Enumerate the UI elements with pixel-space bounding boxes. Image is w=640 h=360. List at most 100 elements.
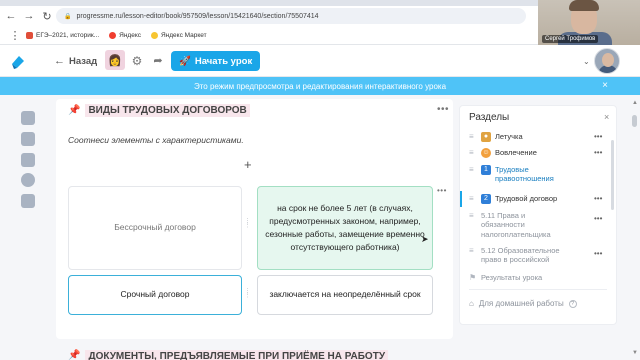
home-icon: ⌂ <box>469 299 474 308</box>
panel-scrollbar[interactable] <box>611 140 614 210</box>
drag-handle-icon: ≡ <box>469 246 474 255</box>
drag-handle-icon: ≡ <box>469 132 474 141</box>
bookmark-favicon <box>26 31 33 39</box>
divider <box>469 289 607 290</box>
next-section-title-text: ДОКУМЕНТЫ, ПРЕДЪЯВЛЯЕМЫЕ ПРИ ПРИЁМЕ НА Р… <box>85 350 389 360</box>
section-title-text: ВИДЫ ТРУДОВЫХ ДОГОВОРОВ <box>85 104 250 117</box>
bookmarks-bar: ⋮ ЕГЭ–2021, историк... Яндекс Яндекс Мар… <box>0 26 538 44</box>
panel-item[interactable]: ≡ 5.12 Образовательное право в российско… <box>469 246 573 265</box>
quiz-icon: ● <box>481 132 491 142</box>
drag-handle-icon[interactable]: ⋮ ⋮ <box>244 218 251 229</box>
reload-icon[interactable]: ↻ <box>40 9 54 23</box>
bookmark-label: Яндекс <box>119 31 141 39</box>
url-text: progressme.ru/lesson-editor/book/957509/… <box>76 12 319 20</box>
drag-handle-icon: ≡ <box>469 165 474 174</box>
bookmark-yandex[interactable]: Яндекс <box>109 31 141 39</box>
share-icon[interactable]: ➦ <box>151 54 165 68</box>
notes-icon[interactable] <box>21 111 35 125</box>
mouse-cursor-icon: ➤ <box>421 234 429 244</box>
smiley-icon: ☺ <box>481 148 491 158</box>
panel-item-active[interactable]: ≡ 2 Трудовой договор <box>469 194 557 204</box>
help-icon[interactable]: ? <box>568 299 577 308</box>
document-icon[interactable] <box>21 153 35 167</box>
homework-label: Для домашней работы <box>478 299 564 308</box>
translate-icon[interactable] <box>21 132 35 146</box>
panel-item-label: 5.11 Права и обязанности налогоплательщи… <box>481 211 551 239</box>
start-lesson-label: Начать урок <box>194 55 253 67</box>
left-item[interactable]: Бессрочный договор <box>68 186 242 270</box>
panel-item[interactable]: ≡ 1 Трудовые правоотношения <box>469 165 555 184</box>
add-icon[interactable]: + <box>244 157 252 172</box>
number-icon: 1 <box>481 165 491 175</box>
chevron-down-icon[interactable]: ⌄ <box>583 57 590 66</box>
panel-title: Разделы <box>469 112 510 123</box>
banner-text: Это режим предпросмотра и редактирования… <box>193 81 447 91</box>
webcam-overlay: Сергей Трофимов <box>538 0 640 47</box>
webcam-name: Сергей Трофимов <box>542 35 599 43</box>
lock-icon: 🔒 <box>64 13 72 20</box>
panel-item[interactable]: ≡ ☺ Вовлечение <box>469 148 537 158</box>
gear-icon[interactable]: ⚙ <box>130 54 144 68</box>
address-bar[interactable]: 🔒 progressme.ru/lesson-editor/book/95750… <box>56 8 526 24</box>
active-indicator <box>460 191 462 207</box>
back-button[interactable]: ← Назад <box>48 51 103 71</box>
bookmark-favicon <box>150 31 158 39</box>
homework-item[interactable]: ⌂ Для домашней работы ? <box>469 299 577 308</box>
more-options-icon[interactable]: ••• <box>437 104 449 115</box>
avatar[interactable] <box>594 48 620 74</box>
start-lesson-button[interactable]: 🚀 Начать урок <box>171 51 261 71</box>
more-options-icon[interactable]: ••• <box>594 132 602 141</box>
right-item[interactable]: на срок не более 5 лет (в случаях, преду… <box>257 186 433 270</box>
left-item[interactable]: Срочный договор <box>68 275 242 315</box>
more-options-icon[interactable]: ••• <box>594 194 602 203</box>
apps-icon[interactable]: ⋮ <box>8 28 22 42</box>
drag-handle-icon: ≡ <box>469 194 474 203</box>
panel-item-label: Трудовые правоотношения <box>495 165 554 184</box>
page-scrollbar-thumb[interactable] <box>632 115 637 127</box>
lesson-thumbnail[interactable]: 👩 <box>105 50 125 70</box>
panel-item[interactable]: ≡ 5.11 Права и обязанности налогоплатель… <box>469 211 555 239</box>
panel-item[interactable]: ⚑ Результаты урока <box>469 273 542 283</box>
bookmark-label: Яндекс Маркет <box>160 31 207 39</box>
avatar-face <box>602 53 614 67</box>
webcam-person-hair <box>569 0 599 11</box>
rocket-icon: 🚀 <box>179 55 191 67</box>
close-icon[interactable]: × <box>604 112 609 122</box>
back-label: Назад <box>69 55 98 67</box>
panel-item-label: 5.12 Образовательное право в российской <box>481 246 560 265</box>
panel-item-label: Результаты урока <box>481 273 543 282</box>
preview-banner: Это режим предпросмотра и редактирования… <box>0 77 640 95</box>
more-options-icon[interactable]: ••• <box>594 148 602 157</box>
more-options-icon[interactable]: ••• <box>437 186 447 195</box>
left-toolbar <box>0 95 56 360</box>
panel-item-label: Трудовой договор <box>495 194 558 203</box>
timer-icon[interactable] <box>21 173 35 187</box>
drag-handle-icon: ≡ <box>469 211 474 220</box>
number-icon: 2 <box>481 194 491 204</box>
more-options-icon[interactable]: ••• <box>594 249 602 258</box>
bookmark-ege[interactable]: ЕГЭ–2021, историк... <box>26 31 99 39</box>
more-options-icon[interactable]: ••• <box>594 214 602 223</box>
panel-item[interactable]: ≡ ● Летучка <box>469 132 523 142</box>
bookmark-yandex-market[interactable]: Яндекс Маркет <box>150 31 207 39</box>
scroll-up-icon[interactable]: ▲ <box>632 100 638 106</box>
forward-nav-icon[interactable]: → <box>22 9 36 23</box>
scroll-down-icon[interactable]: ▼ <box>632 350 638 356</box>
url-bar-row: ← → ↻ 🔒 progressme.ru/lesson-editor/book… <box>0 6 538 26</box>
pushpin-icon: 📌 <box>68 105 81 116</box>
close-icon[interactable]: × <box>602 80 608 91</box>
layout-icon[interactable] <box>21 194 35 208</box>
back-nav-icon[interactable]: ← <box>4 9 18 23</box>
bookmark-favicon <box>109 31 117 39</box>
drag-handle-icon[interactable]: ⋮ ⋮ <box>244 288 251 299</box>
right-item[interactable]: заключается на неопределённый срок <box>257 275 433 315</box>
drag-handle-icon: ≡ <box>469 148 474 157</box>
flag-icon: ⚑ <box>469 273 477 282</box>
progressme-logo-icon[interactable] <box>10 54 26 70</box>
arrow-left-icon: ← <box>54 55 65 67</box>
next-section-title: 📌 ДОКУМЕНТЫ, ПРЕДЪЯВЛЯЕМЫЕ ПРИ ПРИЁМЕ НА… <box>68 350 389 360</box>
panel-item-label: Вовлечение <box>495 148 537 157</box>
exercise-instruction: Соотнеси элементы с характеристиками. <box>68 135 244 145</box>
pushpin-icon: 📌 <box>68 350 81 360</box>
section-title: 📌 ВИДЫ ТРУДОВЫХ ДОГОВОРОВ <box>68 104 250 117</box>
